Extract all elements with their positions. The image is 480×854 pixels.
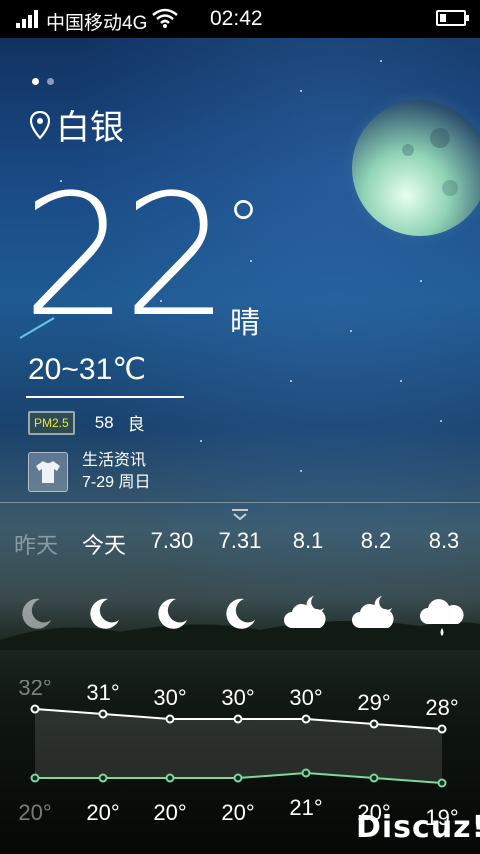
high-temp-line-point (165, 714, 175, 724)
current-temperature: 22 (22, 158, 230, 354)
moon-icon (90, 598, 119, 629)
forecast-day[interactable]: 昨天 (2, 528, 70, 560)
low-temp-label: 20° (86, 800, 119, 825)
high-temp-label: 30° (153, 685, 186, 710)
life-info[interactable]: 生活资讯 7-29 周日 (28, 450, 150, 494)
high-temp-line-point (301, 714, 311, 724)
low-temp-label: 20° (18, 800, 51, 825)
signal-icon (16, 10, 40, 28)
pm25-badge: PM2.5 (28, 410, 75, 435)
moon-icon (158, 598, 187, 629)
high-temp-label: 31° (86, 680, 119, 705)
battery-icon (436, 10, 469, 26)
low-temp-label: 21° (289, 795, 322, 820)
day-label: 昨天 (13, 533, 58, 558)
drag-handle-icon[interactable] (231, 508, 249, 520)
low-temp-line-point (30, 773, 40, 783)
high-temp-line-point (437, 724, 447, 734)
city-location[interactable]: 白银 (30, 100, 124, 149)
low-temp-line-point (369, 773, 379, 783)
forecast-day[interactable]: 8.1 (274, 528, 342, 554)
low-temp-line-point (98, 773, 108, 783)
degree-symbol: ° (226, 186, 261, 268)
high-temp-label: 32° (18, 680, 51, 700)
moon-icon (226, 598, 255, 629)
page-dot-active (32, 78, 39, 85)
temperature-range: 20~31℃ (28, 353, 146, 386)
rain-cloud-icon (420, 599, 464, 636)
high-temp-line-point (98, 709, 108, 719)
day-label: 今天 (81, 533, 126, 558)
forecast-day[interactable]: 7.31 (206, 528, 274, 554)
partly-cloudy-night-icon (352, 596, 394, 628)
partly-cloudy-night-icon (284, 596, 326, 628)
shirt-icon (28, 452, 68, 492)
high-temp-line-point (30, 704, 40, 714)
moon-illustration (342, 90, 480, 246)
forecast-day[interactable]: 8.3 (410, 528, 478, 554)
low-temp-line-point (233, 773, 243, 783)
status-time: 02:42 (210, 7, 263, 30)
high-temp-line-point (369, 719, 379, 729)
high-temp-label: 30° (289, 685, 322, 710)
low-temp-label: 20° (221, 800, 254, 825)
air-quality[interactable]: PM2.5 58 良 (28, 410, 145, 435)
day-label: 8.2 (360, 528, 392, 553)
high-temp-label: 28° (425, 695, 458, 720)
high-temp-label: 30° (221, 685, 254, 710)
low-temp-line-point (437, 778, 447, 788)
life-info-title: 生活资讯 (82, 452, 147, 469)
day-label: 8.1 (292, 528, 324, 553)
forecast-day[interactable]: 今天 (70, 528, 138, 560)
carrier-label: 中国移动4G (46, 13, 148, 34)
day-label: 7.31 (218, 528, 262, 553)
wifi-icon (152, 8, 178, 28)
section-divider (0, 502, 480, 503)
forecast-day[interactable]: 7.30 (138, 528, 206, 554)
watermark-logo: Discuz! (356, 810, 480, 845)
high-temp-line-point (233, 714, 243, 724)
moon-icon (22, 598, 51, 629)
low-temp-line-point (165, 773, 175, 783)
range-underline (26, 396, 184, 398)
forecast-day[interactable]: 8.2 (342, 528, 410, 554)
day-label: 8.3 (428, 528, 460, 553)
weather-condition: 晴 (230, 307, 260, 340)
day-label: 7.30 (150, 528, 194, 553)
location-pin-icon (30, 110, 50, 139)
low-temp-label: 20° (153, 800, 186, 825)
city-name: 白银 (56, 109, 124, 147)
life-info-date: 7-29 周日 (82, 474, 151, 491)
pm25-value: 58 (94, 412, 114, 432)
low-temp-line-point (301, 768, 311, 778)
page-indicator (32, 72, 62, 90)
page-dot (47, 78, 54, 85)
status-bar: 中国移动4G 02:42 (0, 0, 480, 38)
air-quality-label: 良 (127, 415, 145, 434)
high-temp-label: 29° (357, 690, 390, 715)
